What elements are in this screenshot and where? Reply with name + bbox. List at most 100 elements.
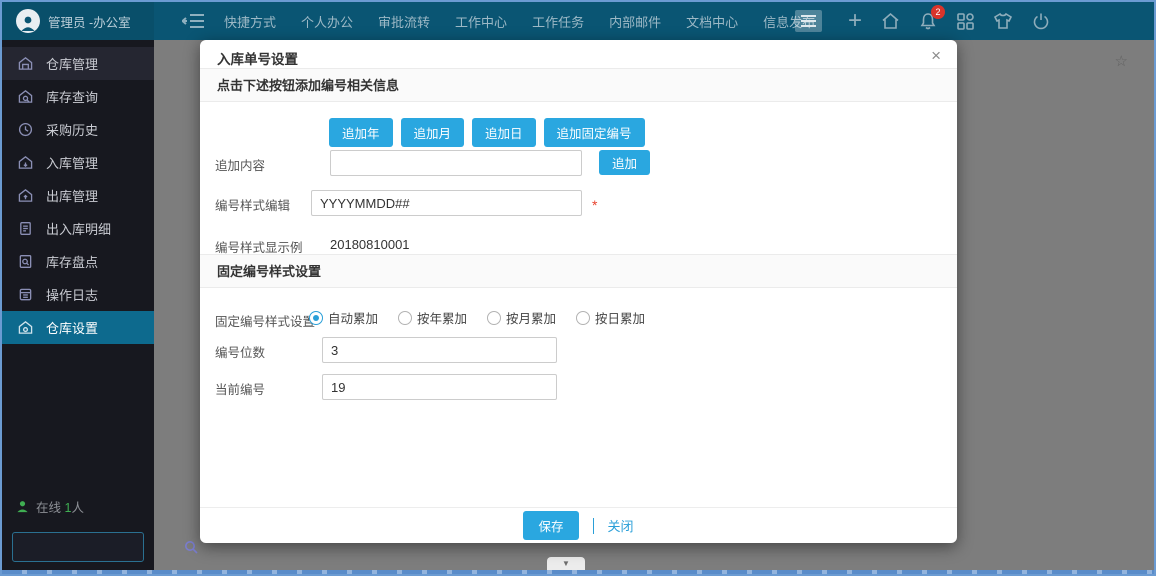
warehouse-settings-icon xyxy=(18,320,33,335)
sidebar-item-label: 出库管理 xyxy=(46,186,98,205)
footer-divider xyxy=(593,518,594,534)
radio-label: 按年累加 xyxy=(417,308,467,327)
add-icon[interactable]: + xyxy=(848,11,862,31)
sidebar-item-inventory-query[interactable]: 库存查询 xyxy=(2,80,154,113)
online-person-icon xyxy=(16,500,29,513)
favorite-star-icon[interactable]: ☆ xyxy=(1115,52,1128,70)
save-button[interactable]: 保存 xyxy=(523,511,578,540)
digits-row: 编号位数 xyxy=(200,337,957,363)
radio-label: 按月累加 xyxy=(506,308,556,327)
menu-item-approval-flow[interactable]: 审批流转 xyxy=(374,12,434,31)
search-icon[interactable] xyxy=(184,540,198,554)
menu-item-doc-center[interactable]: 文档中心 xyxy=(682,12,742,31)
inbound-number-settings-dialog: 入库单号设置 × 点击下述按钮添加编号相关信息 追加年 追加月 追加日 追加固定… xyxy=(200,40,957,543)
number-style-edit-label: 编号样式编辑 xyxy=(215,195,290,214)
radio-label: 自动累加 xyxy=(328,308,378,327)
radio-monthly-accumulate[interactable]: 按月累加 xyxy=(487,308,556,327)
sidebar-item-warehouse-mgmt[interactable]: 仓库管理 xyxy=(2,47,154,80)
user-profile[interactable]: 管理员 -办公室 xyxy=(2,2,154,40)
sidebar-search-input[interactable] xyxy=(13,540,184,554)
number-style-edit-row: 编号样式编辑 * xyxy=(200,190,957,216)
home-icon[interactable] xyxy=(881,12,900,30)
required-asterisk: * xyxy=(592,197,597,213)
close-icon[interactable]: × xyxy=(931,46,941,66)
notifications-bell-icon[interactable]: 2 xyxy=(919,12,937,30)
log-book-icon xyxy=(18,287,33,302)
dialog-footer: 保存 关闭 xyxy=(200,507,957,543)
collapse-panel-tab[interactable]: ▼ xyxy=(547,557,585,570)
section-header-add-number-info: 点击下述按钮添加编号相关信息 xyxy=(200,68,957,102)
radio-circle xyxy=(576,311,590,325)
number-style-edit-input[interactable] xyxy=(311,190,582,216)
append-content-label: 追加内容 xyxy=(215,155,265,174)
sidebar-item-outbound-mgmt[interactable]: 出库管理 xyxy=(2,179,154,212)
sidebar-item-label: 仓库设置 xyxy=(46,318,98,337)
power-logout-icon[interactable] xyxy=(1032,12,1050,30)
sidebar-item-warehouse-settings[interactable]: 仓库设置 xyxy=(2,311,154,344)
number-style-example-value: 20180810001 xyxy=(330,237,410,252)
sidebar-item-purchase-history[interactable]: 采购历史 xyxy=(2,113,154,146)
user-name: 管理员 -办公室 xyxy=(48,12,131,31)
sidebar-search xyxy=(12,532,144,562)
radio-label: 按日累加 xyxy=(595,308,645,327)
sidebar-item-label: 库存查询 xyxy=(46,87,98,106)
sidebar-item-inout-detail[interactable]: 出入库明细 xyxy=(2,212,154,245)
menu-item-personal-office[interactable]: 个人办公 xyxy=(297,12,357,31)
radio-circle xyxy=(398,311,412,325)
topbar-actions: + 2 xyxy=(848,2,1050,40)
menu-item-work-center[interactable]: 工作中心 xyxy=(451,12,511,31)
menu-item-work-tasks[interactable]: 工作任务 xyxy=(528,12,588,31)
person-icon xyxy=(19,14,37,32)
sidebar-collapse-icon[interactable] xyxy=(182,12,206,30)
user-avatar xyxy=(16,9,40,33)
dialog-title: 入库单号设置 xyxy=(217,48,298,68)
more-menu-icon[interactable] xyxy=(795,10,822,32)
menu-item-shortcuts[interactable]: 快捷方式 xyxy=(220,12,280,31)
append-day-button[interactable]: 追加日 xyxy=(472,118,536,147)
radio-auto-accumulate[interactable]: 自动累加 xyxy=(309,308,378,327)
append-year-button[interactable]: 追加年 xyxy=(329,118,393,147)
warehouse-icon xyxy=(18,56,33,71)
topbar: 管理员 -办公室 快捷方式 个人办公 审批流转 工作中心 工作任务 内部邮件 文… xyxy=(2,2,1154,40)
current-number-input[interactable] xyxy=(322,374,557,400)
radio-daily-accumulate[interactable]: 按日累加 xyxy=(576,308,645,327)
inventory-search-icon xyxy=(18,89,33,104)
sidebar-item-inventory-check[interactable]: 库存盘点 xyxy=(2,245,154,278)
append-button[interactable]: 追加 xyxy=(599,150,650,175)
fixed-number-style-label: 固定编号样式设置 xyxy=(215,311,315,330)
sidebar-item-label: 出入库明细 xyxy=(46,219,111,238)
online-label: 在线 xyxy=(36,501,61,515)
radio-circle xyxy=(487,311,501,325)
append-month-button[interactable]: 追加月 xyxy=(401,118,465,147)
clock-icon xyxy=(18,122,33,137)
append-buttons-row: 追加年 追加月 追加日 追加固定编号 xyxy=(329,118,645,147)
sidebar-item-label: 入库管理 xyxy=(46,153,98,172)
menu-item-internal-mail[interactable]: 内部邮件 xyxy=(605,12,665,31)
current-number-row: 当前编号 xyxy=(200,374,957,400)
sidebar-item-label: 采购历史 xyxy=(46,120,98,139)
online-unit: 人 xyxy=(71,501,84,515)
radio-circle xyxy=(309,311,323,325)
append-fixed-number-button[interactable]: 追加固定编号 xyxy=(544,118,645,147)
sidebar-item-operation-log[interactable]: 操作日志 xyxy=(2,278,154,311)
notification-badge: 2 xyxy=(931,5,945,19)
digits-label: 编号位数 xyxy=(215,342,265,361)
digits-input[interactable] xyxy=(322,337,557,363)
close-link[interactable]: 关闭 xyxy=(608,516,634,535)
append-content-row: 追加内容 追加 xyxy=(200,150,957,176)
bottom-edge-line xyxy=(2,570,1154,574)
accumulate-mode-radio-group: 自动累加 按年累加 按月累加 按日累加 xyxy=(309,308,645,327)
apps-grid-icon[interactable] xyxy=(956,12,974,30)
sidebar: 仓库管理 库存查询 采购历史 入库管理 xyxy=(2,40,154,576)
online-status: 在线 1人 xyxy=(16,497,84,516)
section-header-fixed-number-style: 固定编号样式设置 xyxy=(200,254,957,288)
sidebar-item-inbound-mgmt[interactable]: 入库管理 xyxy=(2,146,154,179)
append-content-input[interactable] xyxy=(330,150,582,176)
inbound-house-icon xyxy=(18,155,33,170)
outbound-house-icon xyxy=(18,188,33,203)
radio-yearly-accumulate[interactable]: 按年累加 xyxy=(398,308,467,327)
current-number-label: 当前编号 xyxy=(215,379,265,398)
top-menu: 快捷方式 个人办公 审批流转 工作中心 工作任务 内部邮件 文档中心 信息发布 xyxy=(220,2,819,40)
theme-shirt-icon[interactable] xyxy=(993,12,1013,30)
fixed-number-style-row: 固定编号样式设置 自动累加 按年累加 按月累加 按日累加 xyxy=(200,306,957,332)
